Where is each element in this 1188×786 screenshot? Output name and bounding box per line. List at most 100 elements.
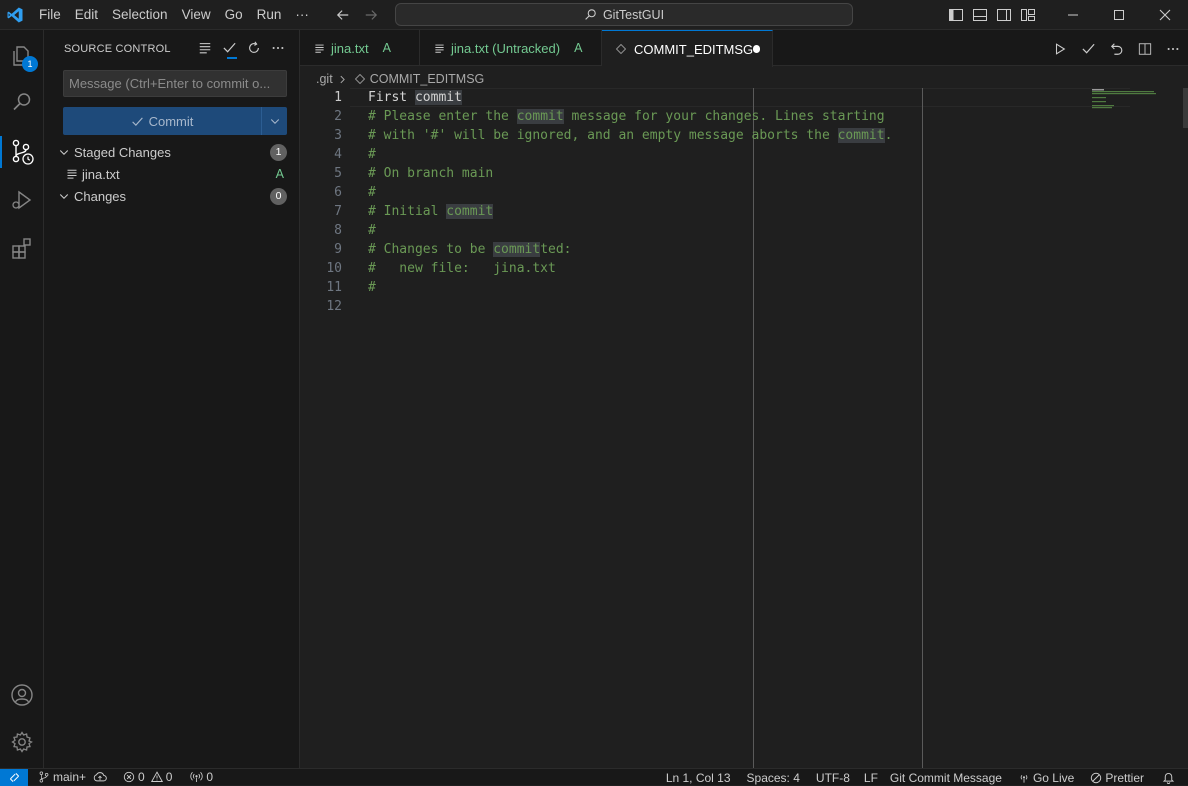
line-number: 6 bbox=[334, 185, 342, 200]
changes-header[interactable]: Changes 0 bbox=[44, 185, 300, 207]
discard-undo-icon[interactable] bbox=[1110, 42, 1124, 56]
more-actions-icon[interactable] bbox=[1166, 42, 1180, 56]
settings-gear-icon[interactable] bbox=[0, 720, 44, 764]
staged-changes-header[interactable]: Staged Changes 1 bbox=[44, 141, 300, 163]
more-actions-icon[interactable] bbox=[271, 41, 285, 55]
remote-indicator[interactable] bbox=[0, 768, 28, 786]
tab-status: A bbox=[574, 41, 583, 55]
code-line[interactable] bbox=[368, 297, 892, 316]
accounts-icon[interactable] bbox=[0, 673, 44, 717]
code-line[interactable]: # Initial commit bbox=[368, 202, 892, 221]
minimize-button[interactable] bbox=[1050, 0, 1096, 30]
search-view-icon[interactable] bbox=[0, 80, 44, 124]
notifications-bell-icon[interactable] bbox=[1157, 771, 1180, 784]
commit-dropdown-button[interactable] bbox=[261, 107, 287, 135]
tab-commit-editmsg[interactable]: COMMIT_EDITMSG bbox=[602, 30, 773, 67]
tab-status: A bbox=[382, 41, 391, 55]
vertical-scrollbar[interactable] bbox=[1183, 88, 1188, 128]
chevron-down-icon bbox=[54, 146, 74, 158]
file-lines-icon bbox=[66, 168, 82, 180]
branch-name: main+ bbox=[53, 770, 87, 784]
code-line[interactable]: # new file: jina.txt bbox=[368, 259, 892, 278]
line-number: 2 bbox=[334, 109, 342, 124]
cloud-upload-icon bbox=[93, 771, 107, 783]
prettier-disabled-icon bbox=[1090, 772, 1102, 784]
customize-layout-icon[interactable] bbox=[1020, 7, 1036, 23]
code-line[interactable]: First commit bbox=[368, 88, 892, 107]
line-number: 9 bbox=[334, 242, 342, 257]
cursor-position[interactable]: Ln 1, Col 13 bbox=[661, 771, 736, 785]
run-and-debug-icon[interactable] bbox=[0, 178, 44, 222]
menu-more[interactable]: ··· bbox=[288, 0, 316, 30]
word-highlight: commit bbox=[493, 242, 541, 257]
code-line[interactable]: # bbox=[368, 221, 892, 240]
menu-file[interactable]: File bbox=[32, 0, 68, 30]
menu-run[interactable]: Run bbox=[250, 0, 289, 30]
refresh-icon[interactable] bbox=[247, 41, 261, 55]
commit-message-input[interactable]: Message (Ctrl+Enter to commit o... bbox=[63, 70, 287, 97]
code-line[interactable]: # Please enter the commit message for yo… bbox=[368, 107, 892, 126]
changes-label: Changes bbox=[74, 188, 127, 204]
ruler-line bbox=[922, 88, 923, 768]
menu-view[interactable]: View bbox=[175, 0, 218, 30]
forward-arrow-icon[interactable] bbox=[364, 8, 378, 22]
code-line[interactable]: # bbox=[368, 145, 892, 164]
indentation-status[interactable]: Spaces: 4 bbox=[742, 771, 805, 785]
unsaved-dot-icon[interactable] bbox=[753, 45, 760, 53]
view-as-tree-icon[interactable] bbox=[198, 41, 212, 55]
line-number: 3 bbox=[334, 128, 342, 143]
language-mode-status[interactable]: Git Commit Message bbox=[885, 771, 1007, 785]
code-line[interactable]: # On branch main bbox=[368, 164, 892, 183]
extensions-icon[interactable] bbox=[0, 226, 44, 270]
run-play-icon[interactable] bbox=[1053, 42, 1067, 56]
warning-count: 0 bbox=[165, 770, 173, 784]
source-control-icon[interactable] bbox=[0, 130, 44, 174]
staged-file-item[interactable]: jina.txt A bbox=[44, 163, 300, 185]
command-center-label: GitTestGUI bbox=[602, 7, 665, 22]
git-diamond-icon bbox=[354, 74, 365, 84]
commit-button[interactable]: Commit bbox=[63, 107, 287, 135]
maximize-button[interactable] bbox=[1096, 0, 1142, 30]
problems-status[interactable]: 0 0 bbox=[118, 770, 177, 784]
menu-edit[interactable]: Edit bbox=[68, 0, 105, 30]
broadcast-icon bbox=[1018, 772, 1030, 784]
minimap[interactable] bbox=[1088, 88, 1180, 110]
code-content[interactable]: First commit # Please enter the commit me… bbox=[368, 88, 892, 316]
code-line[interactable]: # with '#' will be ignored, and an empty… bbox=[368, 126, 892, 145]
accept-commit-icon[interactable] bbox=[1081, 41, 1096, 56]
toggle-primary-sidebar-icon[interactable] bbox=[948, 7, 964, 23]
menu-go[interactable]: Go bbox=[218, 0, 250, 30]
breadcrumb-folder[interactable]: .git bbox=[316, 72, 333, 86]
prettier-status[interactable]: Prettier bbox=[1085, 771, 1149, 785]
word-highlight: commit bbox=[837, 128, 885, 143]
toggle-secondary-sidebar-icon[interactable] bbox=[996, 7, 1012, 23]
tab-jina-txt-untracked[interactable]: jina.txt (Untracked) A bbox=[420, 30, 602, 66]
menu-selection[interactable]: Selection bbox=[105, 0, 175, 30]
word-highlight: commit bbox=[446, 204, 494, 219]
sidebar-title: SOURCE CONTROL bbox=[64, 43, 171, 55]
go-live-button[interactable]: Go Live bbox=[1013, 771, 1079, 785]
branch-status[interactable]: main+ bbox=[33, 770, 112, 784]
back-arrow-icon[interactable] bbox=[336, 8, 350, 22]
changes-count-badge: 0 bbox=[270, 187, 287, 205]
toggle-panel-icon[interactable] bbox=[972, 7, 988, 23]
tab-jina-txt[interactable]: jina.txt A bbox=[300, 30, 420, 66]
encoding-status[interactable]: UTF-8 bbox=[811, 771, 855, 785]
branch-icon bbox=[38, 771, 50, 783]
ports-count: 0 bbox=[206, 770, 214, 784]
code-line[interactable]: # bbox=[368, 278, 892, 297]
code-line[interactable]: # Changes to be committed: bbox=[368, 240, 892, 259]
code-editor[interactable]: 1 2 3 4 5 6 7 8 9 10 11 12 First commit # Please ent… bbox=[300, 88, 1188, 768]
encoding-label: UTF-8 bbox=[815, 770, 850, 785]
eol-status[interactable]: LF bbox=[859, 771, 883, 785]
ports-status[interactable]: 0 bbox=[185, 770, 218, 784]
title-bar: File Edit Selection View Go Run ··· GitT… bbox=[0, 0, 1188, 30]
explorer-icon[interactable]: 1 bbox=[0, 34, 44, 78]
check-icon bbox=[131, 115, 144, 128]
breadcrumb-file[interactable]: COMMIT_EDITMSG bbox=[370, 72, 485, 86]
code-line[interactable]: # bbox=[368, 183, 892, 202]
split-editor-icon[interactable] bbox=[1138, 42, 1152, 56]
command-center[interactable]: GitTestGUI bbox=[395, 3, 853, 26]
commit-check-icon[interactable] bbox=[222, 40, 237, 59]
close-window-button[interactable] bbox=[1142, 0, 1188, 30]
